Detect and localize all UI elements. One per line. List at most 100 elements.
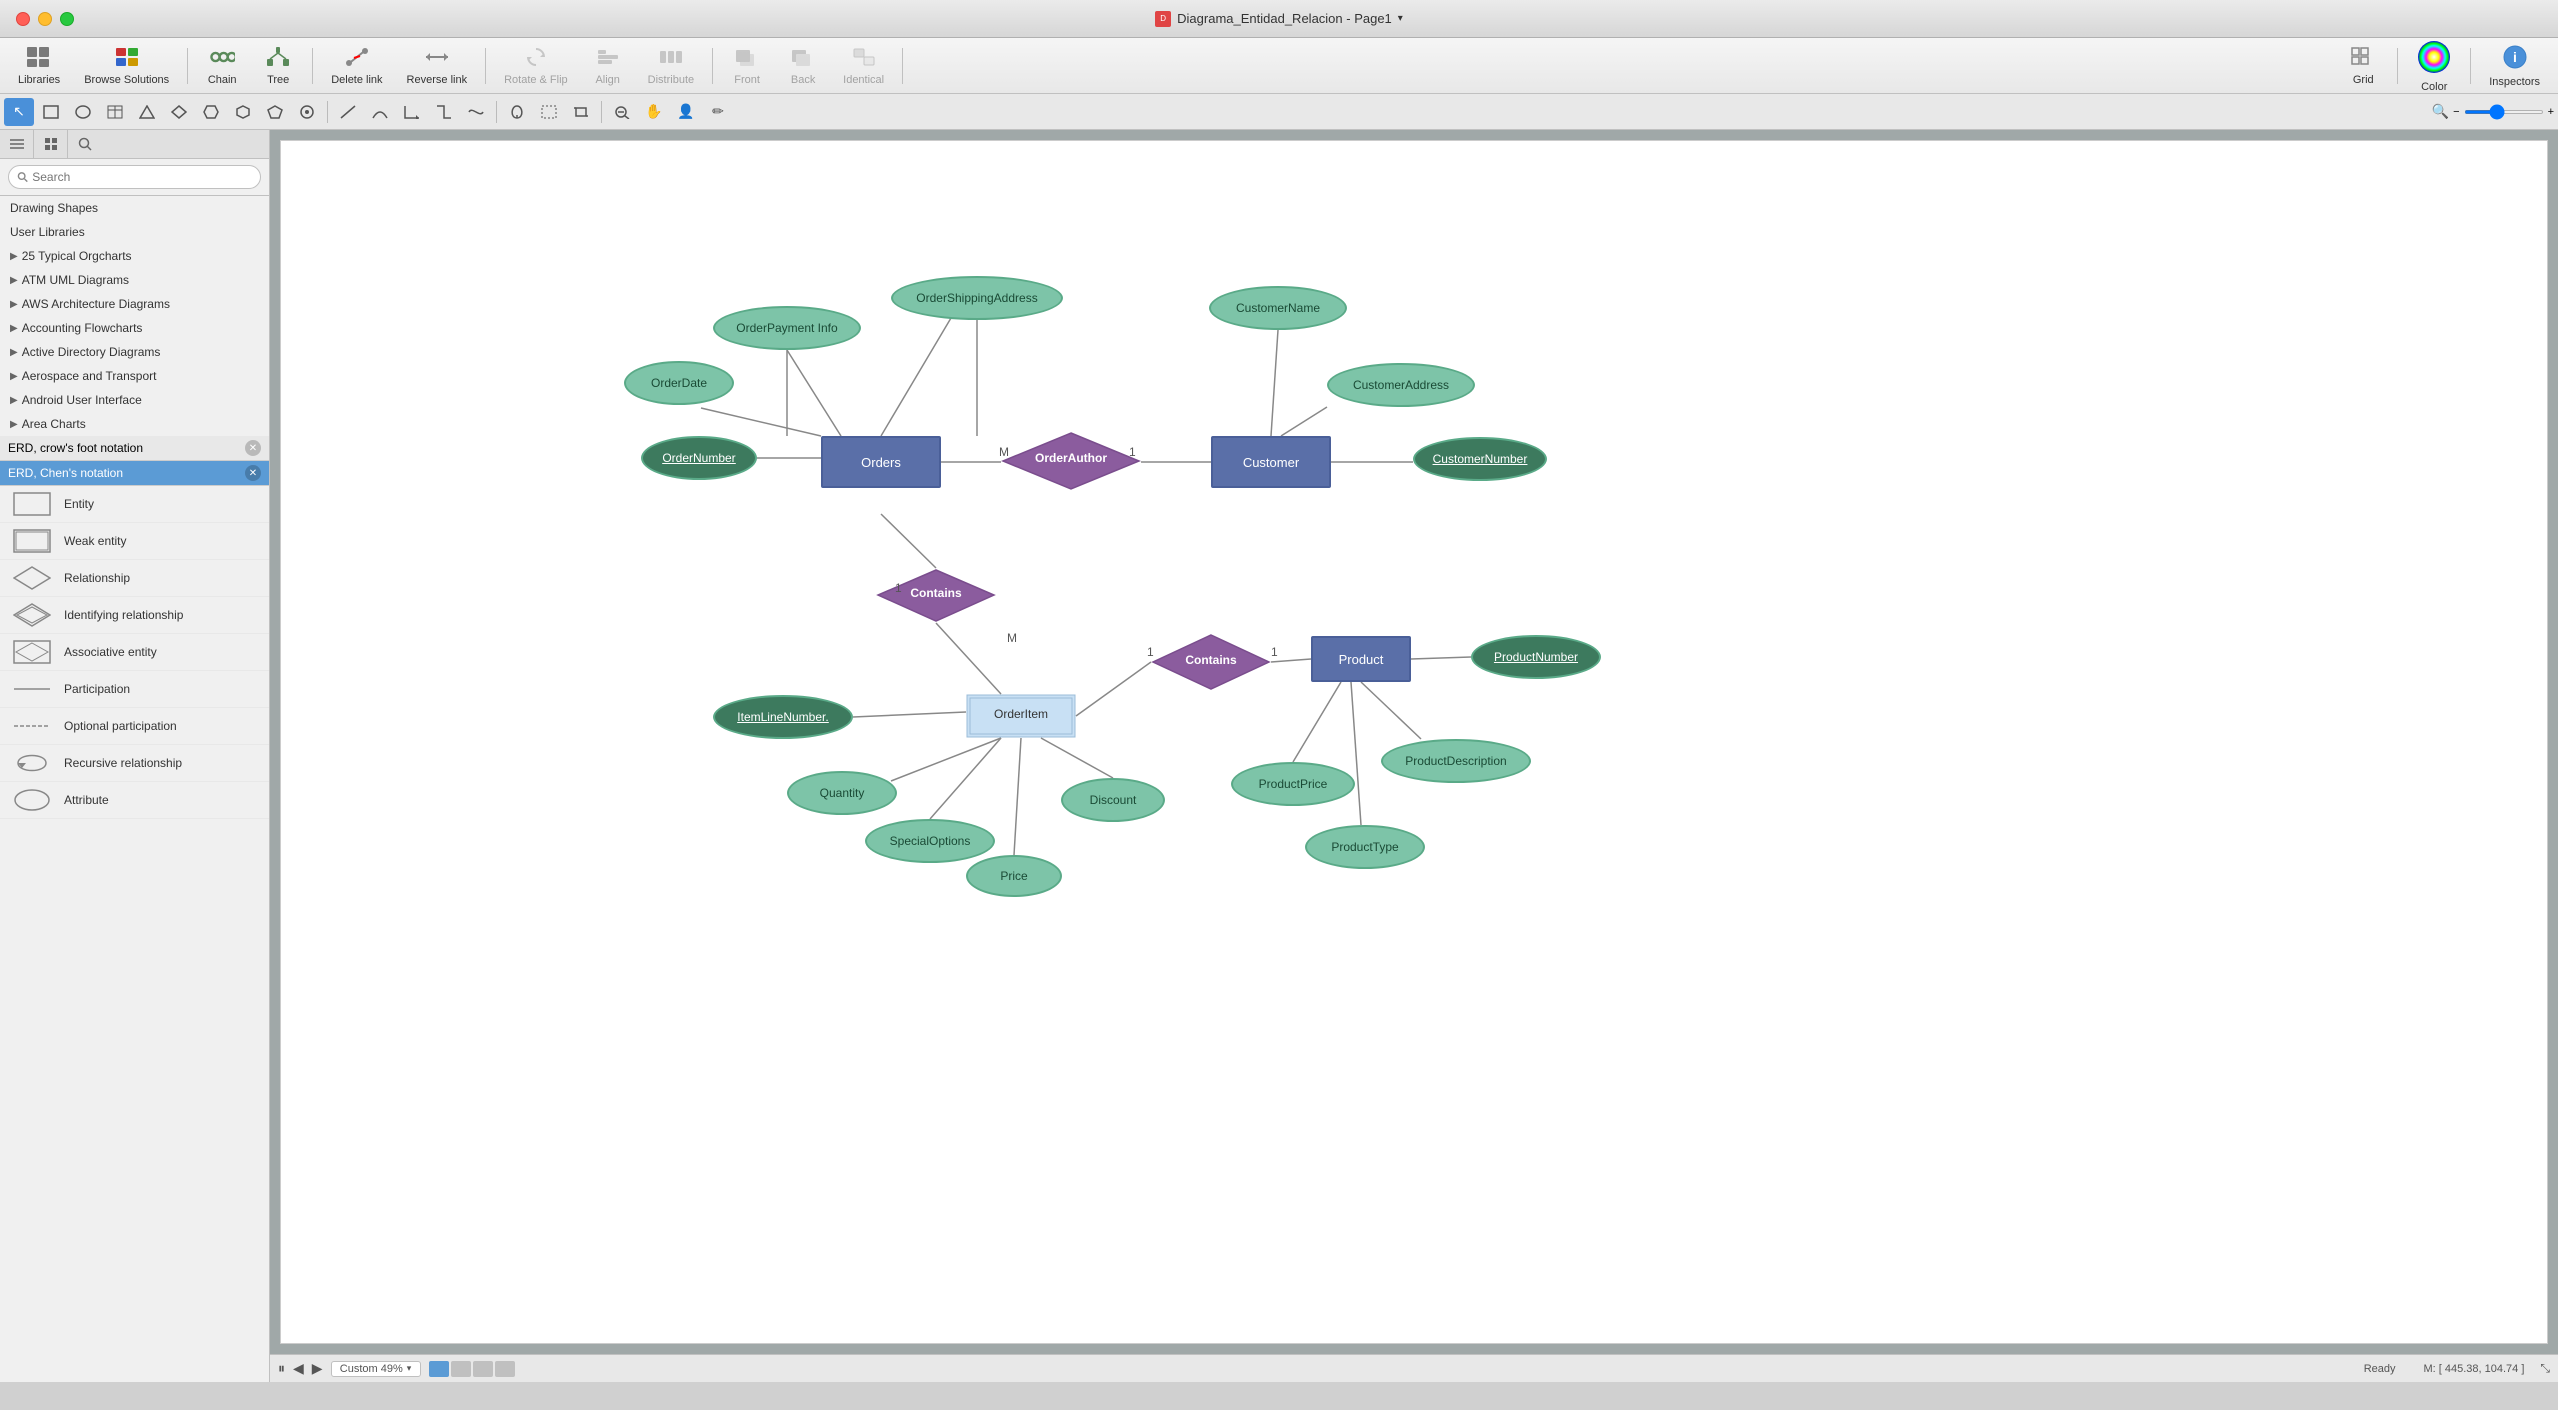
attr-specialoptions[interactable]: SpecialOptions [865,819,995,863]
ellipse-tool[interactable] [68,98,98,126]
page-btn-2[interactable] [451,1361,471,1377]
erd-participation-shape[interactable]: Participation [0,671,269,708]
page-btn-1[interactable] [429,1361,449,1377]
minimize-button[interactable] [38,12,52,26]
orthogonal-tool[interactable] [429,98,459,126]
attr-productprice[interactable]: ProductPrice [1231,762,1355,806]
sidebar-item-user-libraries[interactable]: User Libraries [0,220,269,244]
sidebar-item-android-ui[interactable]: ▶ Android User Interface [0,388,269,412]
color-button[interactable]: Color [2406,41,2462,91]
erd-entity-shape[interactable]: Entity [0,486,269,523]
entity-customer[interactable]: Customer [1211,436,1331,488]
sidebar-grid-tab[interactable] [34,130,68,158]
line-tool[interactable] [333,98,363,126]
rel-orderauthor[interactable]: OrderAuthor [1001,431,1141,491]
distribute-button[interactable]: Distribute [638,41,704,91]
browse-solutions-button[interactable]: Browse Solutions [74,41,179,91]
select-tool[interactable]: ↖ [4,98,34,126]
shape3-tool[interactable] [196,98,226,126]
attr-ordernumber[interactable]: OrderNumber [641,436,757,480]
inspectors-button[interactable]: i Inspectors [2479,41,2550,91]
zoom-display[interactable]: Custom 49% ▾ [331,1361,421,1377]
erd-chens-close[interactable]: ✕ [245,465,261,481]
attr-productdescription[interactable]: ProductDescription [1381,739,1531,783]
sidebar-item-accounting[interactable]: ▶ Accounting Flowcharts [0,316,269,340]
attr-ordershippingaddress[interactable]: OrderShippingAddress [891,276,1063,320]
entity-orderitem[interactable]: OrderItem [966,694,1076,738]
sidebar-item-aws[interactable]: ▶ AWS Architecture Diagrams [0,292,269,316]
dropdown-chevron[interactable]: ▾ [1398,13,1403,24]
arc-tool[interactable] [365,98,395,126]
lasso-tool[interactable] [502,98,532,126]
front-button[interactable]: Front [721,41,773,91]
pen-tool[interactable]: ✏ [703,98,733,126]
attr-customeraddress[interactable]: CustomerAddress [1327,363,1475,407]
erd-crows-foot-close[interactable]: ✕ [245,440,261,456]
entity-product[interactable]: Product [1311,636,1411,682]
attr-discount[interactable]: Discount [1061,778,1165,822]
user-tool[interactable]: 👤 [671,98,701,126]
attr-orderdate[interactable]: OrderDate [624,361,734,405]
erd-recursive-relationship-shape[interactable]: Recursive relationship [0,745,269,782]
resize-handle[interactable]: ⤡ [2540,1361,2550,1376]
spline-tool[interactable] [461,98,491,126]
page-btn-4[interactable] [495,1361,515,1377]
attr-productnumber[interactable]: ProductNumber [1471,635,1601,679]
rel-contains1[interactable]: Contains [876,568,996,623]
erd-chens-header[interactable]: ERD, Chen's notation ✕ [0,461,269,486]
rect-tool[interactable] [36,98,66,126]
attr-customernumber[interactable]: CustomerNumber [1413,437,1547,481]
close-button[interactable] [16,12,30,26]
next-page-button[interactable]: ▶ [312,1360,323,1377]
attr-itemlinenumber[interactable]: ItemLineNumber. [713,695,853,739]
align-button[interactable]: Align [582,41,634,91]
pan-tool[interactable]: ✋ [639,98,669,126]
attr-orderpaymentinfo[interactable]: OrderPayment Info [713,306,861,350]
tree-button[interactable]: Tree [252,41,304,91]
maximize-button[interactable] [60,12,74,26]
table-tool[interactable] [100,98,130,126]
pause-button[interactable]: ⏸ [278,1360,285,1377]
entity-orders[interactable]: Orders [821,436,941,488]
grid-button[interactable]: Grid [2337,41,2389,91]
erd-optional-participation-shape[interactable]: Optional participation [0,708,269,745]
erd-associative-entity-shape[interactable]: Associative entity [0,634,269,671]
erd-attribute-shape[interactable]: Attribute [0,782,269,819]
attr-producttype[interactable]: ProductType [1305,825,1425,869]
back-button[interactable]: Back [777,41,829,91]
sidebar-item-area-charts[interactable]: ▶ Area Charts [0,412,269,436]
shape6-tool[interactable] [292,98,322,126]
attr-customername[interactable]: CustomerName [1209,286,1347,330]
sidebar-item-atm-uml[interactable]: ▶ ATM UML Diagrams [0,268,269,292]
zoom-minus[interactable]: − [2453,106,2459,118]
sidebar-item-active-directory[interactable]: ▶ Active Directory Diagrams [0,340,269,364]
page-btn-3[interactable] [473,1361,493,1377]
search-input[interactable] [32,170,252,184]
zoom-out-tool[interactable] [607,98,637,126]
zoom-slider[interactable] [2464,110,2544,114]
delete-link-button[interactable]: Delete link [321,41,392,91]
free-tool[interactable] [534,98,564,126]
erd-weak-entity-shape[interactable]: Weak entity [0,523,269,560]
sidebar-item-aerospace[interactable]: ▶ Aerospace and Transport [0,364,269,388]
search-box[interactable] [8,165,261,189]
sidebar-list-tab[interactable] [0,130,34,158]
identical-button[interactable]: Identical [833,41,894,91]
sidebar-search-tab[interactable] [68,130,102,158]
zoom-out-icon[interactable]: 🔍 [2432,103,2449,120]
zoom-plus[interactable]: + [2548,106,2554,118]
erd-identifying-relationship-shape[interactable]: Identifying relationship [0,597,269,634]
prev-page-button[interactable]: ◀ [293,1360,304,1377]
erd-crows-foot-header[interactable]: ERD, crow's foot notation ✕ [0,436,269,461]
rotate-flip-button[interactable]: Rotate & Flip [494,41,578,91]
shape4-tool[interactable] [228,98,258,126]
diagram-canvas[interactable]: OrderShippingAddress OrderPayment Info O… [280,140,2548,1344]
shape1-tool[interactable] [132,98,162,126]
attr-price[interactable]: Price [966,855,1062,897]
shape2-tool[interactable] [164,98,194,126]
chain-button[interactable]: Chain [196,41,248,91]
rel-contains2[interactable]: Contains [1151,633,1271,691]
crop-tool[interactable] [566,98,596,126]
bend-tool[interactable] [397,98,427,126]
sidebar-item-drawing-shapes[interactable]: Drawing Shapes [0,196,269,220]
